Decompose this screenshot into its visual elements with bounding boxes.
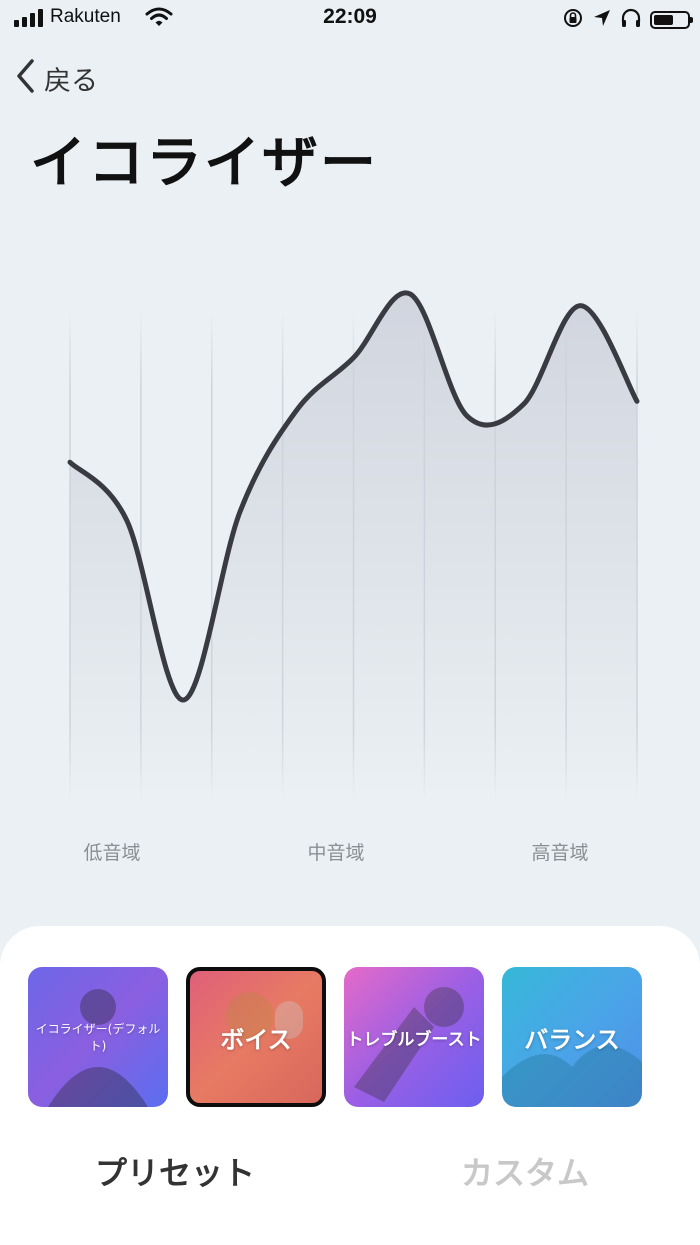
preset-list: イコライザー(デフォルト) ボイス トレブルブースト バランス <box>28 967 642 1107</box>
back-label: 戻る <box>44 65 98 97</box>
chevron-left-icon <box>14 57 36 99</box>
preset-default[interactable]: イコライザー(デフォルト) <box>28 967 168 1107</box>
tab-preset[interactable]: プリセット <box>95 1148 255 1194</box>
preset-treble-boost[interactable]: トレブルブースト <box>344 967 484 1107</box>
tab-bar: プリセット カスタム <box>0 1148 700 1198</box>
preset-label-balance: バランス <box>524 1025 620 1054</box>
band-label-low: 低音域 <box>83 842 141 864</box>
preset-label-treble-boost: トレブルブースト <box>346 1029 482 1050</box>
back-button[interactable]: 戻る <box>14 58 98 98</box>
orientation-lock-icon <box>562 7 584 33</box>
band-label-high: 高音域 <box>531 842 589 864</box>
tab-custom[interactable]: カスタム <box>461 1148 589 1194</box>
page-title: イコライザー <box>30 131 378 196</box>
equalizer-graph[interactable] <box>0 290 700 820</box>
equalizer-area <box>70 292 637 800</box>
band-labels: 低音域 中音域 高音域 <box>0 838 700 868</box>
preset-balance[interactable]: バランス <box>502 967 642 1107</box>
preset-label-voice: ボイス <box>220 1025 292 1054</box>
preset-sheet: イコライザー(デフォルト) ボイス トレブルブースト バランス プリセット カス… <box>0 926 700 1245</box>
preset-voice[interactable]: ボイス <box>186 967 326 1107</box>
preset-label-default: イコライザー(デフォルト) <box>35 1022 161 1053</box>
headphones-icon <box>620 8 642 32</box>
status-bar: Rakuten 22:09 <box>0 0 700 40</box>
location-arrow-icon <box>592 8 612 32</box>
battery-icon <box>650 11 693 29</box>
band-label-mid: 中音域 <box>307 842 365 864</box>
